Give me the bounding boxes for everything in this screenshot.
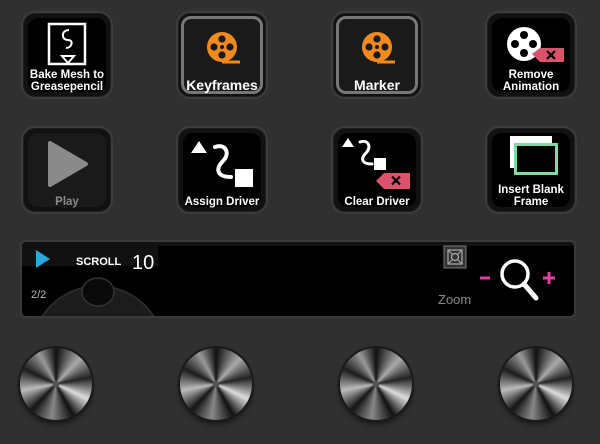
marker-button[interactable]: Marker bbox=[331, 11, 423, 99]
key-label: Play bbox=[55, 196, 79, 208]
page-indicator: 2/2 bbox=[31, 289, 47, 301]
key-label: Keyframes bbox=[186, 77, 258, 93]
rotary-knob-2[interactable] bbox=[180, 348, 252, 420]
dial-name: SCROLL bbox=[76, 256, 122, 268]
key-label: Assign Driver bbox=[184, 196, 260, 208]
rotary-knob-1[interactable] bbox=[20, 348, 92, 420]
touch-strip-display[interactable]: SCROLL 10 2/2 Zoom bbox=[20, 240, 576, 318]
key-label: Clear Driver bbox=[344, 196, 410, 208]
insert-blank-frame-button[interactable]: Insert Blank Frame bbox=[485, 126, 577, 214]
display-graphics bbox=[22, 242, 574, 316]
clear-driver-button[interactable]: Clear Driver bbox=[331, 126, 423, 214]
play-button[interactable]: Play bbox=[21, 126, 113, 214]
key-label: Bake Mesh to Greasepencil bbox=[29, 69, 105, 93]
bake-mesh-to-greasepencil-button[interactable]: Bake Mesh to Greasepencil bbox=[21, 11, 113, 99]
key-label: Remove Animation bbox=[502, 69, 560, 93]
keyframes-button[interactable]: Keyframes bbox=[176, 11, 268, 99]
key-label: Insert Blank Frame bbox=[498, 184, 564, 208]
assign-driver-button[interactable]: Assign Driver bbox=[176, 126, 268, 214]
dial-value: 10 bbox=[132, 252, 155, 274]
key-label: Marker bbox=[354, 77, 400, 93]
rotary-knob-3[interactable] bbox=[340, 348, 412, 420]
zoom-label: Zoom bbox=[438, 292, 472, 307]
rotary-knob-4[interactable] bbox=[500, 348, 572, 420]
remove-animation-button[interactable]: Remove Animation bbox=[485, 11, 577, 99]
